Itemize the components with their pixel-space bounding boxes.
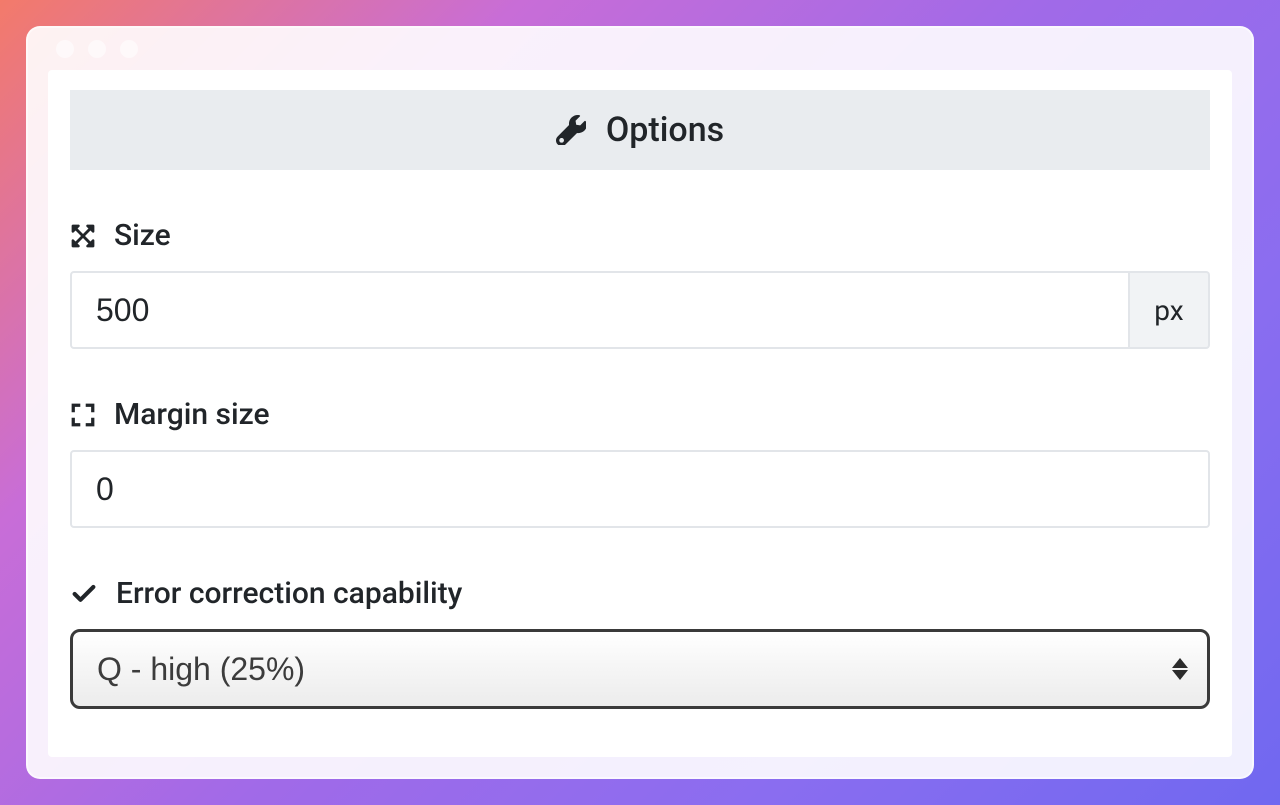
- content-panel: Options Size px Margin size: [48, 70, 1232, 757]
- margin-field: Margin size: [70, 397, 1210, 528]
- options-header: Options: [70, 90, 1210, 170]
- margin-label: Margin size: [114, 397, 270, 432]
- window-minimize-dot[interactable]: [88, 40, 106, 58]
- error-correction-field: Error correction capability Q - high (25…: [70, 576, 1210, 709]
- app-window: Options Size px Margin size: [26, 26, 1254, 779]
- window-titlebar: [28, 28, 1252, 70]
- margin-input[interactable]: [70, 450, 1210, 528]
- error-correction-label-row: Error correction capability: [70, 576, 1210, 611]
- size-input-group: px: [70, 271, 1210, 349]
- size-label: Size: [114, 218, 171, 253]
- window-zoom-dot[interactable]: [120, 40, 138, 58]
- margin-input-group: [70, 450, 1210, 528]
- size-label-row: Size: [70, 218, 1210, 253]
- error-correction-select[interactable]: Q - high (25%): [70, 629, 1210, 709]
- error-correction-select-wrap: Q - high (25%): [70, 629, 1210, 709]
- crop-corners-icon: [70, 402, 96, 428]
- options-title: Options: [606, 110, 724, 150]
- margin-label-row: Margin size: [70, 397, 1210, 432]
- expand-arrows-icon: [70, 223, 96, 249]
- window-close-dot[interactable]: [56, 40, 74, 58]
- size-unit: px: [1130, 271, 1210, 349]
- check-icon: [70, 580, 98, 608]
- error-correction-label: Error correction capability: [116, 576, 462, 611]
- size-field: Size px: [70, 218, 1210, 349]
- size-input[interactable]: [70, 271, 1130, 349]
- wrench-icon: [556, 115, 586, 145]
